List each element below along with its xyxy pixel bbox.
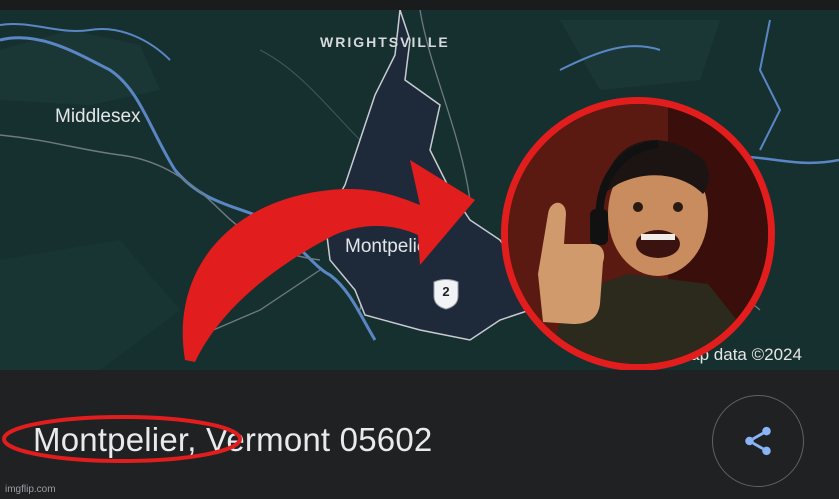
share-icon (745, 426, 771, 456)
share-button[interactable] (712, 395, 804, 487)
avatar (501, 97, 775, 371)
watermark: imgflip.com (5, 484, 56, 495)
person-thumbs-up-icon (508, 104, 768, 364)
red-ellipse-highlight (2, 415, 242, 463)
